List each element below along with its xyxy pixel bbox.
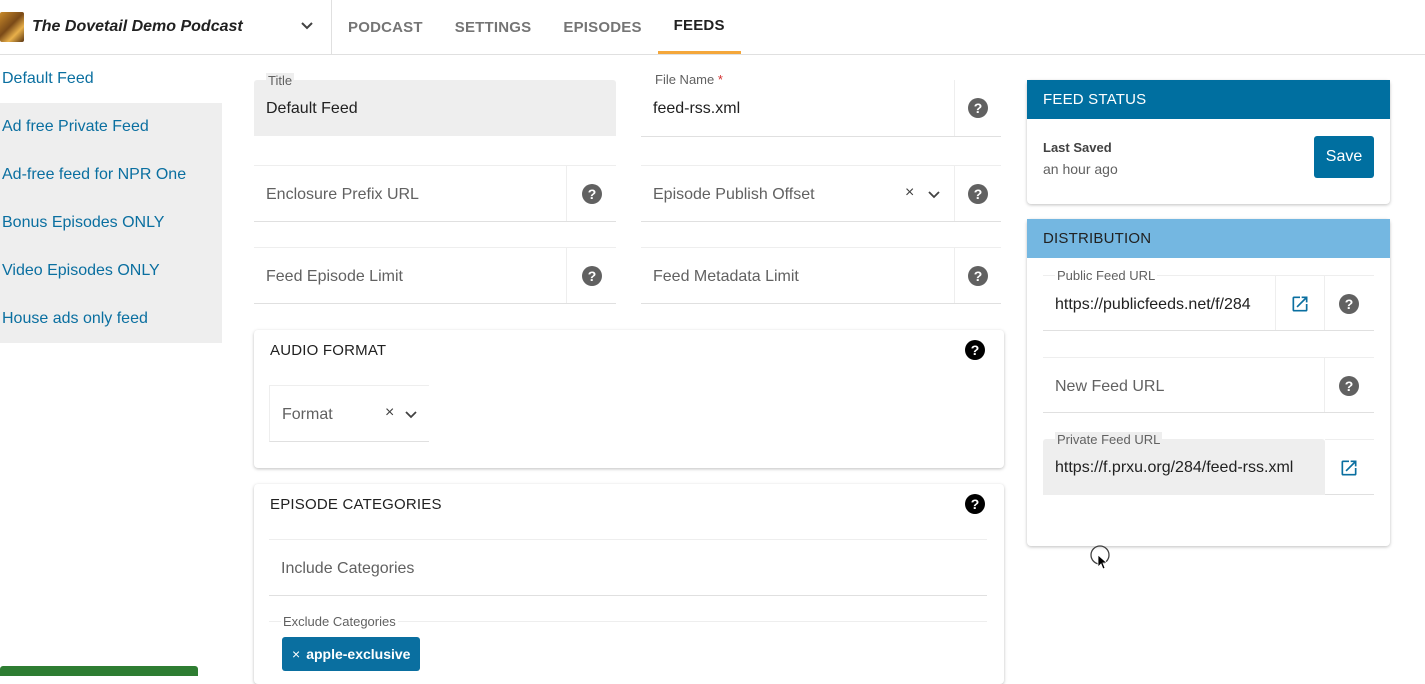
- tab-episodes[interactable]: EPISODES: [547, 0, 657, 54]
- new-feed-url-placeholder: New Feed URL: [1055, 378, 1165, 395]
- private-feed-link-cell: [1325, 439, 1374, 495]
- enclosure-prefix-placeholder: Enclosure Prefix URL: [266, 186, 419, 203]
- help-icon[interactable]: ?: [965, 340, 985, 360]
- private-feed-url-value: https://f.prxu.org/284/feed-rss.xml: [1055, 459, 1294, 476]
- last-saved-label: Last Saved: [1043, 140, 1112, 155]
- help-icon[interactable]: ?: [582, 266, 602, 286]
- last-saved-value: an hour ago: [1043, 161, 1118, 177]
- audio-format-title: AUDIO FORMAT: [270, 342, 387, 359]
- feed-episode-limit-placeholder: Feed Episode Limit: [266, 268, 403, 285]
- help-icon[interactable]: ?: [965, 494, 985, 514]
- podcast-logo: [0, 12, 24, 42]
- tab-settings[interactable]: SETTINGS: [439, 0, 548, 54]
- help-icon[interactable]: ?: [582, 184, 602, 204]
- chip-label: apple-exclusive: [306, 646, 411, 662]
- tab-feeds[interactable]: FEEDS: [657, 0, 741, 54]
- distribution-card: DISTRIBUTION Public Feed URL https://pub…: [1027, 219, 1390, 546]
- public-feed-url-field[interactable]: Public Feed URL https://publicfeeds.net/…: [1043, 268, 1374, 331]
- episode-categories-card: EPISODE CATEGORIES ? Include Categories …: [254, 484, 1004, 684]
- title-field[interactable]: Title Default Feed: [254, 73, 616, 136]
- episode-categories-title: EPISODE CATEGORIES: [270, 496, 442, 513]
- sidebar-item-default-feed[interactable]: Default Feed: [0, 55, 222, 103]
- include-categories-placeholder: Include Categories: [281, 560, 415, 577]
- feed-metadata-limit-field[interactable]: Feed Metadata Limit ?: [641, 247, 1001, 304]
- file-name-label: File Name *: [653, 72, 725, 87]
- open-external-icon[interactable]: [1339, 458, 1359, 478]
- feed-status-card: FEED STATUS Last Saved an hour ago Save: [1027, 80, 1390, 204]
- audio-format-card: AUDIO FORMAT ? Format ×: [254, 330, 1004, 468]
- format-select[interactable]: Format ×: [269, 385, 429, 442]
- help-icon[interactable]: ?: [1339, 294, 1359, 314]
- sidebar-item-ad-free-private-feed[interactable]: Ad free Private Feed: [0, 103, 222, 151]
- category-chip: × apple-exclusive: [282, 637, 421, 671]
- save-button[interactable]: Save: [1314, 136, 1374, 178]
- feed-sidebar: Default Feed Ad free Private Feed Ad-fre…: [0, 55, 222, 343]
- chevron-down-icon[interactable]: [927, 188, 941, 202]
- help-icon[interactable]: ?: [1339, 376, 1359, 396]
- include-categories-field[interactable]: Include Categories: [269, 539, 987, 596]
- sidebar-item-house-ads[interactable]: House ads only feed: [0, 295, 222, 343]
- file-name-value: feed-rss.xml: [653, 100, 741, 117]
- clear-icon[interactable]: ×: [385, 404, 394, 422]
- help-icon[interactable]: ?: [968, 184, 988, 204]
- format-placeholder: Format: [282, 406, 333, 423]
- open-external-icon[interactable]: [1290, 294, 1310, 314]
- clear-icon[interactable]: ×: [905, 184, 914, 202]
- top-bar: The Dovetail Demo Podcast PODCAST SETTIN…: [0, 0, 1425, 55]
- exclude-categories-field[interactable]: Exclude Categories × apple-exclusive: [269, 614, 987, 681]
- public-feed-url-value: https://publicfeeds.net/f/284: [1055, 296, 1251, 313]
- sidebar-item-ad-free-npr-one[interactable]: Ad-free feed for NPR One: [0, 151, 222, 199]
- tab-podcast[interactable]: PODCAST: [332, 0, 439, 54]
- podcast-name: The Dovetail Demo Podcast: [32, 18, 243, 35]
- sidebar-item-bonus-episodes[interactable]: Bonus Episodes ONLY: [0, 199, 222, 247]
- file-name-field[interactable]: File Name * feed-rss.xml ?: [641, 72, 1001, 137]
- new-feed-url-field[interactable]: New Feed URL ?: [1043, 357, 1374, 413]
- help-icon[interactable]: ?: [968, 98, 988, 118]
- private-feed-url-label: Private Feed URL: [1055, 432, 1163, 447]
- episode-publish-offset-placeholder: Episode Publish Offset: [653, 186, 815, 203]
- remove-chip-icon[interactable]: ×: [292, 646, 300, 662]
- title-value: Default Feed: [266, 100, 358, 117]
- title-label: Title: [266, 73, 295, 88]
- distribution-header: DISTRIBUTION: [1027, 219, 1390, 258]
- chevron-down-icon[interactable]: [404, 408, 418, 422]
- episode-publish-offset-field[interactable]: Episode Publish Offset × ?: [641, 165, 1001, 222]
- feed-metadata-limit-placeholder: Feed Metadata Limit: [653, 268, 799, 285]
- chevron-down-icon[interactable]: [297, 16, 317, 36]
- add-feed-button[interactable]: [0, 666, 198, 676]
- feed-episode-limit-field[interactable]: Feed Episode Limit ?: [254, 247, 616, 304]
- exclude-categories-label: Exclude Categories: [281, 614, 398, 629]
- enclosure-prefix-field[interactable]: Enclosure Prefix URL ?: [254, 165, 616, 222]
- podcast-picker[interactable]: The Dovetail Demo Podcast: [0, 0, 332, 54]
- feed-status-header: FEED STATUS: [1027, 80, 1390, 119]
- help-icon[interactable]: ?: [968, 266, 988, 286]
- private-feed-url-field[interactable]: Private Feed URL https://f.prxu.org/284/…: [1043, 432, 1325, 495]
- public-feed-url-label: Public Feed URL: [1055, 268, 1158, 283]
- main-tabs: PODCAST SETTINGS EPISODES FEEDS: [332, 0, 741, 54]
- sidebar-item-video-episodes[interactable]: Video Episodes ONLY: [0, 247, 222, 295]
- mouse-cursor-icon: [1090, 545, 1110, 570]
